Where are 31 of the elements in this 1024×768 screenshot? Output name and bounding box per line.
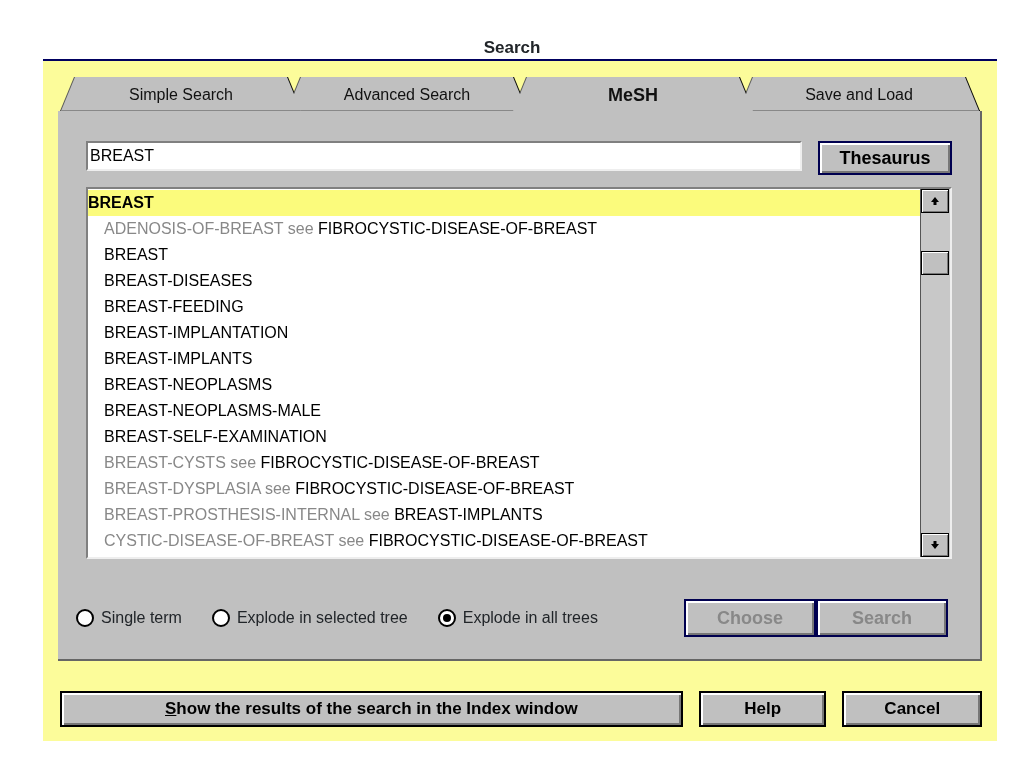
radio-option[interactable]: Explode in all trees [437,606,598,630]
list-item[interactable]: ADENOSIS-OF-BREAST see FIBROCYSTIC-DISEASE-OF-BREAST [88,216,920,242]
list-item[interactable]: CYSTIC-DISEASE-OF-BREAST see FIBROCYSTIC-DISEASE-OF-BREAST [88,528,920,554]
radio-option[interactable]: Explode in selected tree [211,606,408,630]
scroll-down-button[interactable] [921,533,949,557]
list-item[interactable]: BREAST-PROSTHESIS-INTERNAL see BREAST-IMPLANTS [88,502,920,528]
list-item[interactable]: BREAST-CYSTS see FIBROCYSTIC-DISEASE-OF-BREAST [88,450,920,476]
window-title: Search [482,37,542,59]
list-item[interactable]: BREAST-IMPLANTS [88,346,920,372]
scroll-up-button[interactable] [921,189,949,213]
dialog-button[interactable]: Cancel [842,691,982,727]
scroll-thumb[interactable] [921,251,949,275]
list-item[interactable]: BREAST [88,242,920,268]
search-field[interactable]: BREAST [86,141,802,171]
list-item[interactable]: BREAST-DYSPLASIA see FIBROCYSTIC-DISEASE-OF-BREAST [88,476,920,502]
list-item[interactable]: BREAST-SELF-EXAMINATION [88,424,920,450]
dialog-button[interactable]: Show the results of the search in the Index window [60,691,683,727]
up-arrow-icon [930,196,940,206]
scrollbar[interactable] [920,189,950,557]
list-item[interactable]: BREAST-DISEASES [88,268,920,294]
radio-option[interactable]: Single term [76,606,182,630]
list-item[interactable]: BREAST [88,190,920,216]
down-arrow-icon [930,540,940,550]
list-item[interactable]: BREAST-IMPLANTATION [88,320,920,346]
thesaurus-button[interactable]: Thesaurus [818,141,952,175]
list-item[interactable]: BREAST-NEOPLASMS [88,372,920,398]
tab[interactable]: MeSH [513,77,753,111]
dialog-button[interactable]: Help [698,691,827,727]
list-item[interactable]: BREAST-NEOPLASMS-MALE [88,398,920,424]
list-item[interactable]: BREAST-FEEDING [88,294,920,320]
tab[interactable]: Simple Search [61,77,301,111]
